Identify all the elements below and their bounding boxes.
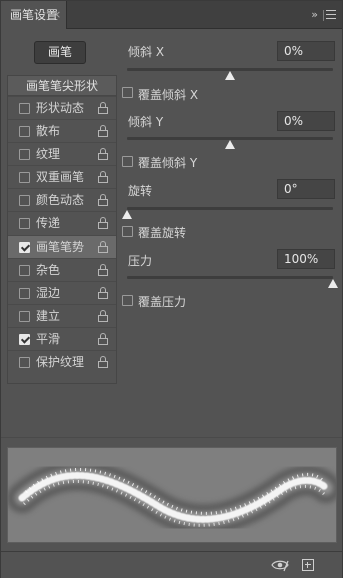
lock-icon[interactable]: [98, 286, 108, 299]
option-checkbox[interactable]: [19, 333, 30, 345]
list-item[interactable]: 纹理: [8, 142, 116, 165]
list-item-label: 画笔笔势: [36, 239, 85, 254]
override-tilt-y-checkbox[interactable]: [122, 156, 133, 167]
list-item-label: 形状动态: [36, 101, 85, 115]
tilt-x-slider-thumb[interactable]: [225, 71, 235, 80]
list-item[interactable]: 颜色动态: [8, 188, 116, 211]
list-item[interactable]: 双重画笔: [8, 165, 116, 188]
brush-options-list: 画笔笔尖形状 形状动态散布纹理双重画笔颜色动态传递画笔笔势杂色湿边建立平滑保护纹…: [7, 75, 117, 384]
brush-stroke-preview: [7, 447, 337, 543]
rotation-label: 旋转: [128, 184, 153, 198]
list-item-label: 保护纹理: [36, 355, 85, 370]
list-item[interactable]: 保护纹理: [8, 350, 116, 373]
list-item-label: 杂色: [36, 262, 61, 277]
list-item[interactable]: 平滑: [8, 326, 116, 350]
tilt-y-label: 倾斜 Y: [128, 115, 164, 129]
list-item[interactable]: 建立: [8, 303, 116, 327]
eye-icon[interactable]: [271, 558, 289, 572]
lock-icon[interactable]: [98, 240, 108, 253]
tab-title: 画笔设置: [10, 8, 59, 22]
override-tilt-y-label: 覆盖倾斜 Y: [138, 156, 198, 170]
panel-tab-bar: 画笔设置 × »: [1, 1, 342, 29]
brush-presets-button[interactable]: 画笔: [34, 41, 86, 64]
list-item-label: 平滑: [36, 331, 61, 346]
preview-divider: [1, 437, 342, 438]
option-checkbox[interactable]: [19, 149, 30, 161]
option-checkbox[interactable]: [19, 264, 30, 276]
option-checkbox[interactable]: [19, 126, 30, 138]
close-icon[interactable]: ×: [52, 1, 62, 29]
lock-icon[interactable]: [98, 148, 108, 161]
option-checkbox[interactable]: [19, 310, 30, 322]
lock-icon[interactable]: [98, 217, 108, 230]
option-checkbox[interactable]: [19, 195, 30, 207]
lock-icon[interactable]: [98, 356, 108, 369]
tilt-x-field[interactable]: 0%: [277, 41, 335, 61]
new-preset-icon[interactable]: [302, 559, 314, 571]
override-rotation-label: 覆盖旋转: [138, 226, 187, 240]
list-item-label: 湿边: [36, 285, 61, 300]
option-checkbox[interactable]: [19, 103, 30, 114]
option-checkbox[interactable]: [19, 357, 30, 369]
tilt-y-field[interactable]: 0%: [277, 111, 335, 131]
pressure-slider-thumb[interactable]: [328, 279, 338, 288]
rotation-slider[interactable]: [127, 207, 333, 210]
pressure-slider[interactable]: [127, 276, 333, 279]
lock-icon[interactable]: [98, 309, 108, 322]
tab-divider: [323, 10, 324, 21]
rotation-field[interactable]: 0°: [277, 179, 335, 199]
brush-settings-panel: 画笔设置 × » 画笔 画笔笔尖形状 形状动态 散布 纹理 双重画笔 颜色动态 传递 画笔笔…: [0, 0, 343, 578]
option-checkbox[interactable]: [19, 172, 30, 184]
list-item-label: 纹理: [36, 147, 61, 162]
lock-icon[interactable]: [98, 263, 108, 276]
panel-bottom-bar: [1, 551, 342, 578]
rotation-slider-thumb[interactable]: [122, 210, 132, 219]
list-item-label: 散布: [36, 124, 61, 139]
list-item-label: 双重画笔: [36, 170, 85, 185]
override-pressure-checkbox[interactable]: [122, 295, 133, 306]
lock-icon[interactable]: [98, 194, 108, 207]
list-item[interactable]: 画笔笔势: [8, 234, 116, 258]
brush-tip-shape-item[interactable]: 画笔笔尖形状: [8, 76, 116, 96]
pressure-field[interactable]: 100%: [277, 249, 335, 269]
lock-icon[interactable]: [98, 125, 108, 138]
stroke-preview-image: [8, 460, 336, 535]
collapse-icon[interactable]: »: [311, 1, 318, 29]
list-item-label: 颜色动态: [36, 193, 85, 208]
option-checkbox[interactable]: [19, 241, 30, 253]
pressure-label: 压力: [128, 254, 153, 268]
option-checkbox[interactable]: [19, 218, 30, 230]
tab-brush-settings[interactable]: 画笔设置 ×: [1, 1, 67, 29]
list-item[interactable]: 形状动态: [8, 96, 116, 119]
list-item[interactable]: 湿边: [8, 280, 116, 304]
override-rotation-checkbox[interactable]: [122, 226, 133, 237]
list-item-label: 建立: [36, 308, 61, 323]
override-tilt-x-label: 覆盖倾斜 X: [138, 88, 199, 102]
lock-icon[interactable]: [98, 171, 108, 184]
panel-menu-icon[interactable]: [326, 10, 336, 20]
tilt-y-slider-thumb[interactable]: [225, 140, 235, 149]
override-tilt-x-checkbox[interactable]: [122, 87, 133, 98]
list-item-label: 传递: [36, 216, 61, 231]
list-item[interactable]: 散布: [8, 119, 116, 142]
list-item[interactable]: 杂色: [8, 257, 116, 281]
tilt-x-label: 倾斜 X: [128, 45, 165, 59]
lock-icon[interactable]: [98, 102, 108, 114]
option-checkbox[interactable]: [19, 287, 30, 299]
override-pressure-label: 覆盖压力: [138, 295, 187, 309]
list-item[interactable]: 传递: [8, 211, 116, 234]
lock-icon[interactable]: [98, 332, 108, 345]
